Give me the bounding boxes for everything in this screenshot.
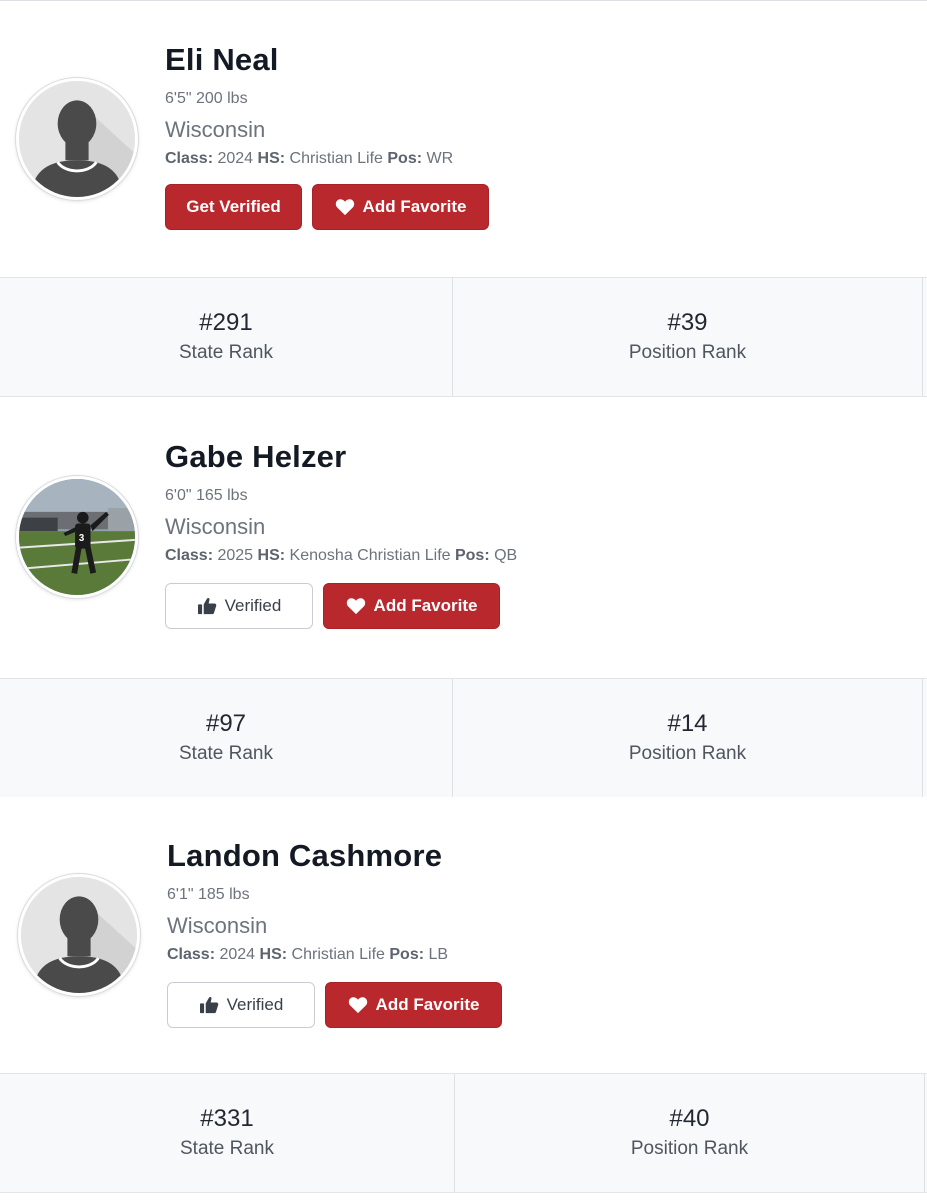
state-rank-label: State Rank	[179, 342, 273, 363]
class-value: 2025	[217, 547, 254, 564]
hs-value: Christian Life	[289, 150, 383, 167]
state-rank: #331 State Rank	[0, 1074, 455, 1192]
add-favorite-button[interactable]: Add Favorite	[325, 982, 502, 1028]
add-favorite-label: Add Favorite	[375, 995, 480, 1014]
pos-label: Pos:	[454, 547, 490, 564]
default-user-silhouette-icon	[19, 81, 135, 197]
state-rank-value: #97	[205, 710, 247, 737]
player-avatar[interactable]	[16, 78, 138, 200]
player-actions: Verified Add Favorite	[167, 982, 502, 1028]
player-state: Wisconsin	[165, 514, 266, 539]
player-details: Class: 2025 HS: Kenosha Christian Life P…	[165, 546, 517, 566]
player-height-weight: 6'0" 165 lbs	[165, 487, 248, 504]
verified-button[interactable]: Verified	[167, 982, 315, 1028]
state-rank-label: State Rank	[180, 1138, 274, 1159]
add-favorite-button[interactable]: Add Favorite	[312, 184, 489, 230]
state-rank: #97 State Rank	[0, 679, 453, 797]
position-rank-label: Position Rank	[628, 743, 747, 764]
player-state: Wisconsin	[167, 913, 268, 938]
player-ranks: #291 State Rank #39 Position Rank	[0, 277, 927, 397]
get-verified-label: Get Verified	[186, 197, 281, 216]
player-card: 3 Gabe Helzer 6'0" 165 lbs Wisconsin Cla…	[0, 398, 927, 798]
state-rank-label: State Rank	[179, 743, 273, 764]
position-rank: #40 Position Rank	[455, 1074, 925, 1192]
pos-label: Pos:	[387, 150, 423, 167]
player-ranks: #331 State Rank #40 Position Rank	[0, 1073, 927, 1193]
player-info: Landon Cashmore 6'1" 185 lbs Wisconsin C…	[167, 838, 502, 1028]
hs-label: HS:	[257, 547, 286, 564]
verified-button[interactable]: Verified	[165, 583, 313, 629]
player-card: Eli Neal 6'5" 200 lbs Wisconsin Class: 2…	[0, 1, 927, 397]
player-list: Eli Neal 6'5" 200 lbs Wisconsin Class: 2…	[0, 0, 927, 1200]
state-rank-value: #291	[199, 309, 253, 336]
player-profile: Eli Neal 6'5" 200 lbs Wisconsin Class: 2…	[0, 1, 927, 277]
position-rank: #14 Position Rank	[453, 679, 923, 797]
class-value: 2024	[217, 150, 254, 167]
hs-label: HS:	[257, 150, 286, 167]
player-actions: Get Verified Add Favorite	[165, 184, 489, 230]
hs-label: HS:	[259, 946, 288, 963]
position-rank-value: #14	[667, 710, 708, 737]
player-ranks: #97 State Rank #14 Position Rank	[0, 678, 927, 798]
player-details: Class: 2024 HS: Christian Life Pos: LB	[167, 945, 502, 965]
pos-value: WR	[426, 150, 454, 167]
player-info: Gabe Helzer 6'0" 165 lbs Wisconsin Class…	[165, 439, 517, 629]
player-state: Wisconsin	[165, 117, 266, 142]
heart-icon	[348, 996, 368, 1014]
heart-icon	[335, 198, 355, 216]
default-user-silhouette-icon	[21, 877, 137, 993]
player-height-weight: 6'5" 200 lbs	[165, 90, 248, 107]
verified-label: Verified	[224, 596, 282, 615]
player-info: Eli Neal 6'5" 200 lbs Wisconsin Class: 2…	[165, 42, 489, 230]
player-actions: Verified Add Favorite	[165, 583, 517, 629]
player-profile: 3 Gabe Helzer 6'0" 165 lbs Wisconsin Cla…	[0, 398, 927, 678]
add-favorite-label: Add Favorite	[373, 596, 478, 615]
player-height-weight: 6'1" 185 lbs	[167, 886, 250, 903]
hs-value: Christian Life	[291, 946, 385, 963]
player-name[interactable]: Landon Cashmore	[167, 838, 502, 874]
player-photo-image: 3	[19, 479, 135, 595]
pos-value: LB	[428, 946, 449, 963]
position-rank-label: Position Rank	[630, 1138, 749, 1159]
player-name[interactable]: Gabe Helzer	[165, 439, 517, 475]
thumbs-up-icon	[197, 597, 217, 615]
position-rank-value: #39	[667, 309, 708, 336]
position-rank: #39 Position Rank	[453, 278, 923, 396]
class-label: Class:	[165, 547, 214, 564]
add-favorite-button[interactable]: Add Favorite	[323, 583, 500, 629]
verified-label: Verified	[226, 995, 284, 1014]
pos-value: QB	[494, 547, 518, 564]
svg-text:3: 3	[79, 533, 85, 544]
player-profile: Landon Cashmore 6'1" 185 lbs Wisconsin C…	[0, 797, 927, 1073]
get-verified-button[interactable]: Get Verified	[165, 184, 302, 230]
player-avatar[interactable]	[18, 874, 140, 996]
player-details: Class: 2024 HS: Christian Life Pos: WR	[165, 149, 489, 169]
thumbs-up-icon	[199, 996, 219, 1014]
class-value: 2024	[219, 946, 256, 963]
add-favorite-label: Add Favorite	[362, 197, 467, 216]
class-label: Class:	[165, 150, 214, 167]
player-name[interactable]: Eli Neal	[165, 42, 489, 78]
player-photo[interactable]: 3	[16, 476, 138, 598]
class-label: Class:	[167, 946, 216, 963]
position-rank-label: Position Rank	[628, 342, 747, 363]
pos-label: Pos:	[389, 946, 425, 963]
state-rank-value: #331	[200, 1105, 254, 1132]
player-card: Landon Cashmore 6'1" 185 lbs Wisconsin C…	[0, 797, 927, 1193]
position-rank-value: #40	[669, 1105, 710, 1132]
state-rank: #291 State Rank	[0, 278, 453, 396]
heart-icon	[346, 597, 366, 615]
hs-value: Kenosha Christian Life	[289, 547, 451, 564]
